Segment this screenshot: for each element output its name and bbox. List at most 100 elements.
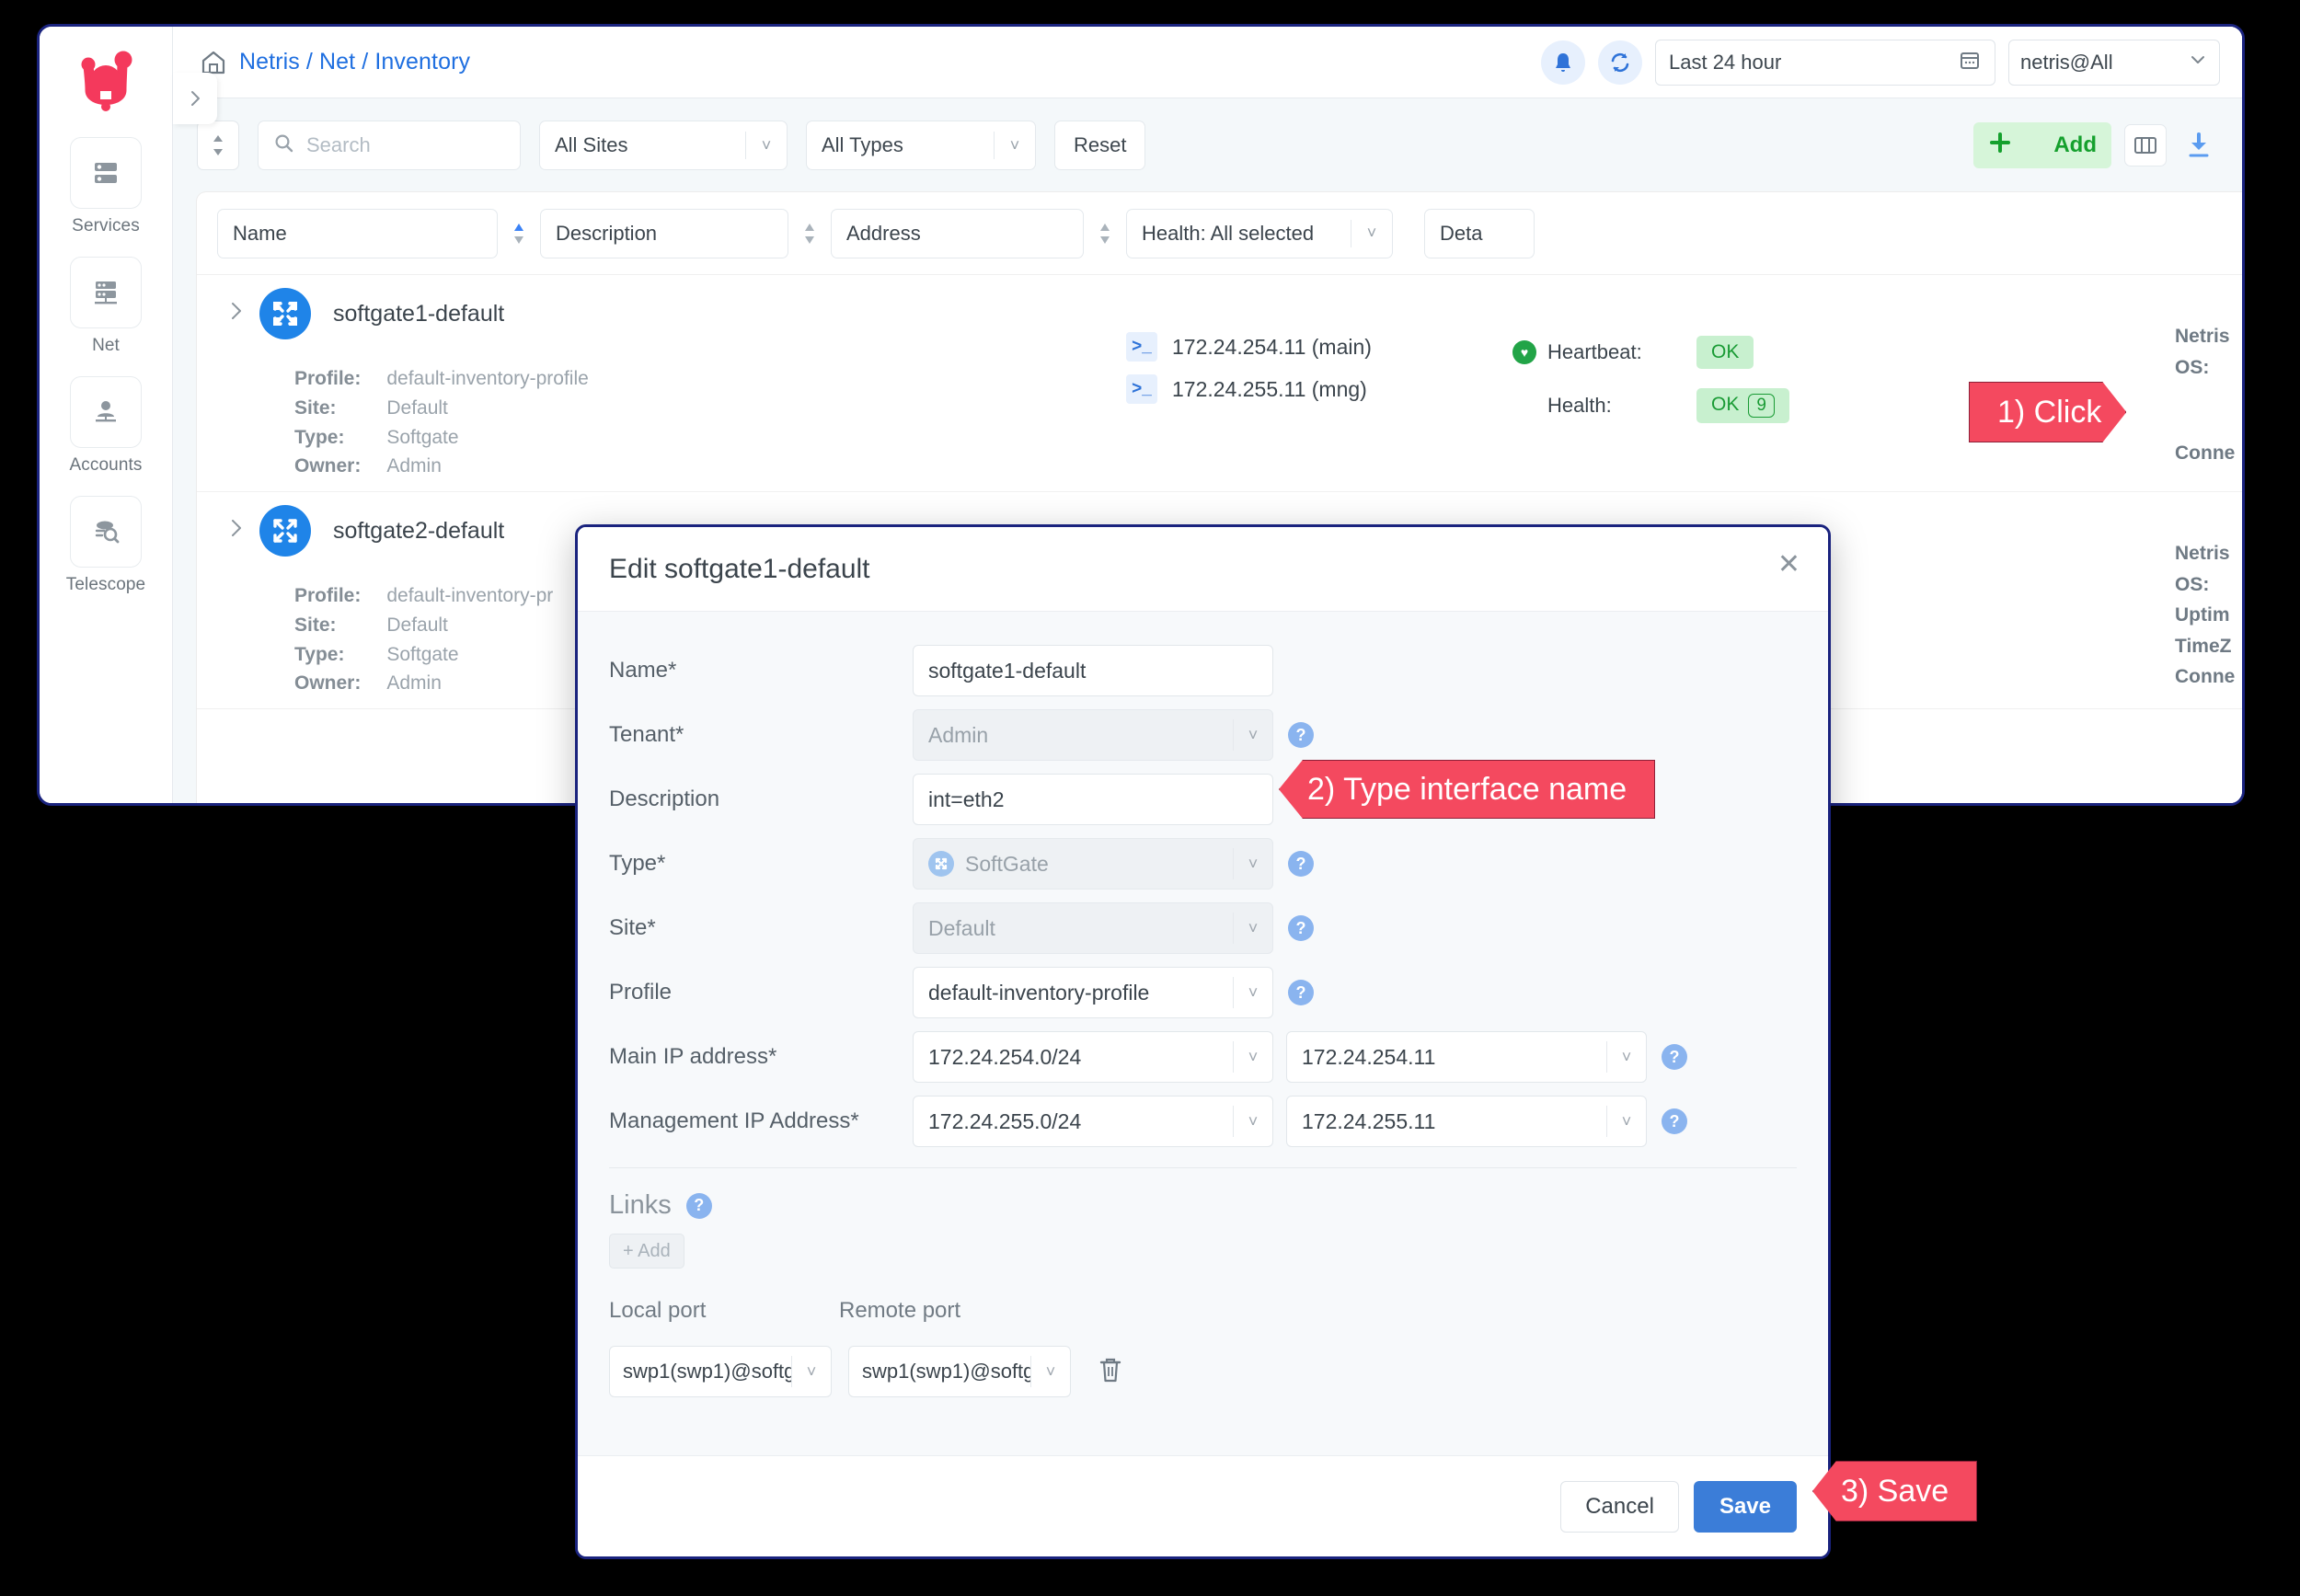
help-icon[interactable]: ? xyxy=(1662,1044,1687,1070)
search-input[interactable] xyxy=(306,133,505,157)
status-text: OK xyxy=(1711,394,1739,415)
date-range-picker[interactable]: Last 24 hour xyxy=(1655,40,1995,86)
name-input-value: softgate1-default xyxy=(928,659,1272,683)
tenant-selector[interactable]: netris@All xyxy=(2008,40,2220,86)
sort-description-icon[interactable] xyxy=(788,220,831,247)
help-icon[interactable]: ? xyxy=(1288,915,1314,941)
download-icon[interactable] xyxy=(2179,132,2218,159)
field-label: Name* xyxy=(609,658,913,683)
callout-step-3: 3) Save xyxy=(1812,1461,1977,1521)
types-filter-value: All Types xyxy=(822,133,994,157)
modal-body: Name* softgate1-default Tenant* Admin ˅ … xyxy=(578,612,1828,1461)
status-count: 9 xyxy=(1748,394,1775,418)
field-mgmt-ip: Management IP Address* 172.24.255.0/24 ˅… xyxy=(609,1096,1797,1147)
help-icon[interactable]: ? xyxy=(1662,1108,1687,1134)
table-row[interactable]: softgate1-default Profile:default-invent… xyxy=(197,275,2242,492)
filter-address-input[interactable]: Address xyxy=(831,209,1084,258)
row-expand-toggle[interactable] xyxy=(226,299,247,329)
softgate-icon xyxy=(259,288,311,339)
breadcrumb[interactable]: Netris / Net / Inventory xyxy=(239,49,470,75)
chevron-down-icon: ˅ xyxy=(792,1362,831,1382)
main-ip-subnet-select[interactable]: 172.24.254.0/24 ˅ xyxy=(913,1031,1273,1083)
meta-key: Profile: xyxy=(294,582,385,610)
field-label: Profile xyxy=(609,980,913,1005)
date-range-value: Last 24 hour xyxy=(1669,51,1781,75)
row-expand-toggle[interactable] xyxy=(226,516,247,546)
filter-name-input[interactable]: Name xyxy=(217,209,498,258)
sidebar-collapse-toggle[interactable] xyxy=(173,73,217,124)
links-add-button[interactable]: + Add xyxy=(609,1234,684,1269)
remote-port-select[interactable]: swp1(swp1)@softgate2-def… ˅ xyxy=(848,1346,1071,1397)
sidebar-item-services[interactable]: Services xyxy=(40,137,172,236)
netris-logo[interactable] xyxy=(40,27,172,137)
terminal-icon[interactable]: >_ xyxy=(1126,374,1157,404)
search-box[interactable] xyxy=(258,121,521,170)
filter-health-select[interactable]: Health: All selected ˅ xyxy=(1126,209,1393,258)
chevron-down-icon: ˅ xyxy=(1234,855,1272,874)
field-label: Site* xyxy=(609,915,913,941)
sites-filter-select[interactable]: All Sites ˅ xyxy=(539,121,788,170)
sort-updown-icon[interactable] xyxy=(197,121,239,170)
close-icon[interactable]: ✕ xyxy=(1777,551,1800,579)
save-button[interactable]: Save xyxy=(1694,1481,1797,1533)
meta-key: Site: xyxy=(294,395,385,422)
types-filter-select[interactable]: All Types ˅ xyxy=(806,121,1036,170)
filter-description-input[interactable]: Description xyxy=(540,209,788,258)
terminal-icon[interactable]: >_ xyxy=(1126,332,1157,362)
meta-value: Admin xyxy=(386,453,588,480)
device-name[interactable]: softgate1-default xyxy=(333,301,504,327)
telescope-search-icon xyxy=(70,496,142,568)
health-label: Health: xyxy=(1547,394,1685,418)
description-input[interactable]: int=eth2 xyxy=(913,774,1273,825)
device-name[interactable]: softgate2-default xyxy=(333,518,504,545)
reset-button[interactable]: Reset xyxy=(1054,121,1145,170)
address-line[interactable]: >_ 172.24.255.11 (mng) xyxy=(1126,374,1372,404)
sidebar-item-net[interactable]: Net xyxy=(40,257,172,356)
filter-details-input[interactable]: Deta xyxy=(1424,209,1535,258)
profile-select[interactable]: default-inventory-profile ˅ xyxy=(913,967,1273,1018)
sidebar-item-telescope[interactable]: Telescope xyxy=(40,496,172,595)
edit-device-modal: Edit softgate1-default ✕ Name* softgate1… xyxy=(575,524,1831,1559)
local-port-select[interactable]: swp1(swp1)@softgate1-def… ˅ xyxy=(609,1346,832,1397)
field-label: Type* xyxy=(609,851,913,877)
main-ip-address-select[interactable]: 172.24.254.11 ˅ xyxy=(1286,1031,1647,1083)
refresh-icon[interactable] xyxy=(1598,40,1642,85)
field-type: Type* SoftGate ˅ ? xyxy=(609,838,1797,890)
meta-key: Type: xyxy=(294,424,385,452)
sort-address-icon[interactable] xyxy=(1084,220,1126,247)
help-icon[interactable]: ? xyxy=(686,1193,712,1219)
help-icon[interactable]: ? xyxy=(1288,722,1314,748)
mgmt-ip-address-select[interactable]: 172.24.255.11 ˅ xyxy=(1286,1096,1647,1147)
section-divider xyxy=(609,1167,1797,1168)
meta-value: Softgate xyxy=(386,424,588,452)
plus-icon xyxy=(1988,131,2012,161)
add-button[interactable]: Add xyxy=(1973,122,2111,168)
bell-icon[interactable] xyxy=(1541,40,1585,85)
sites-filter-value: All Sites xyxy=(555,133,745,157)
mgmt-ip-subnet-select[interactable]: 172.24.255.0/24 ˅ xyxy=(913,1096,1273,1147)
heartbeat-icon: ♥ xyxy=(1512,340,1536,364)
help-icon[interactable]: ? xyxy=(1288,980,1314,1005)
meta-key: Type: xyxy=(294,641,385,669)
help-icon[interactable]: ? xyxy=(1288,851,1314,877)
type-select[interactable]: SoftGate ˅ xyxy=(913,838,1273,890)
sidebar-item-accounts[interactable]: Accounts xyxy=(40,376,172,476)
site-select[interactable]: Default ˅ xyxy=(913,902,1273,954)
detail-line: Uptim xyxy=(2175,600,2242,631)
trash-icon[interactable] xyxy=(1097,1355,1124,1389)
sort-name-icon[interactable] xyxy=(498,220,540,247)
filter-health-value: Health: All selected xyxy=(1142,222,1351,246)
columns-layout-icon[interactable] xyxy=(2124,124,2167,166)
link-row: swp1(swp1)@softgate1-def… ˅ swp1(swp1)@s… xyxy=(609,1346,1797,1397)
filter-bar-actions: Add xyxy=(1973,98,2218,192)
tenant-select[interactable]: Admin ˅ xyxy=(913,709,1273,761)
address-line[interactable]: >_ 172.24.254.11 (main) xyxy=(1126,332,1372,362)
modal-footer: Cancel Save xyxy=(578,1455,1828,1556)
search-icon xyxy=(273,132,295,159)
cancel-button[interactable]: Cancel xyxy=(1560,1481,1679,1533)
softgate-icon xyxy=(928,851,954,877)
sidebar-item-label: Telescope xyxy=(66,575,145,595)
name-input[interactable]: softgate1-default xyxy=(913,645,1273,696)
local-port-value: swp1(swp1)@softgate1-def… xyxy=(623,1360,791,1384)
chevron-down-icon: ˅ xyxy=(1234,1112,1272,1131)
